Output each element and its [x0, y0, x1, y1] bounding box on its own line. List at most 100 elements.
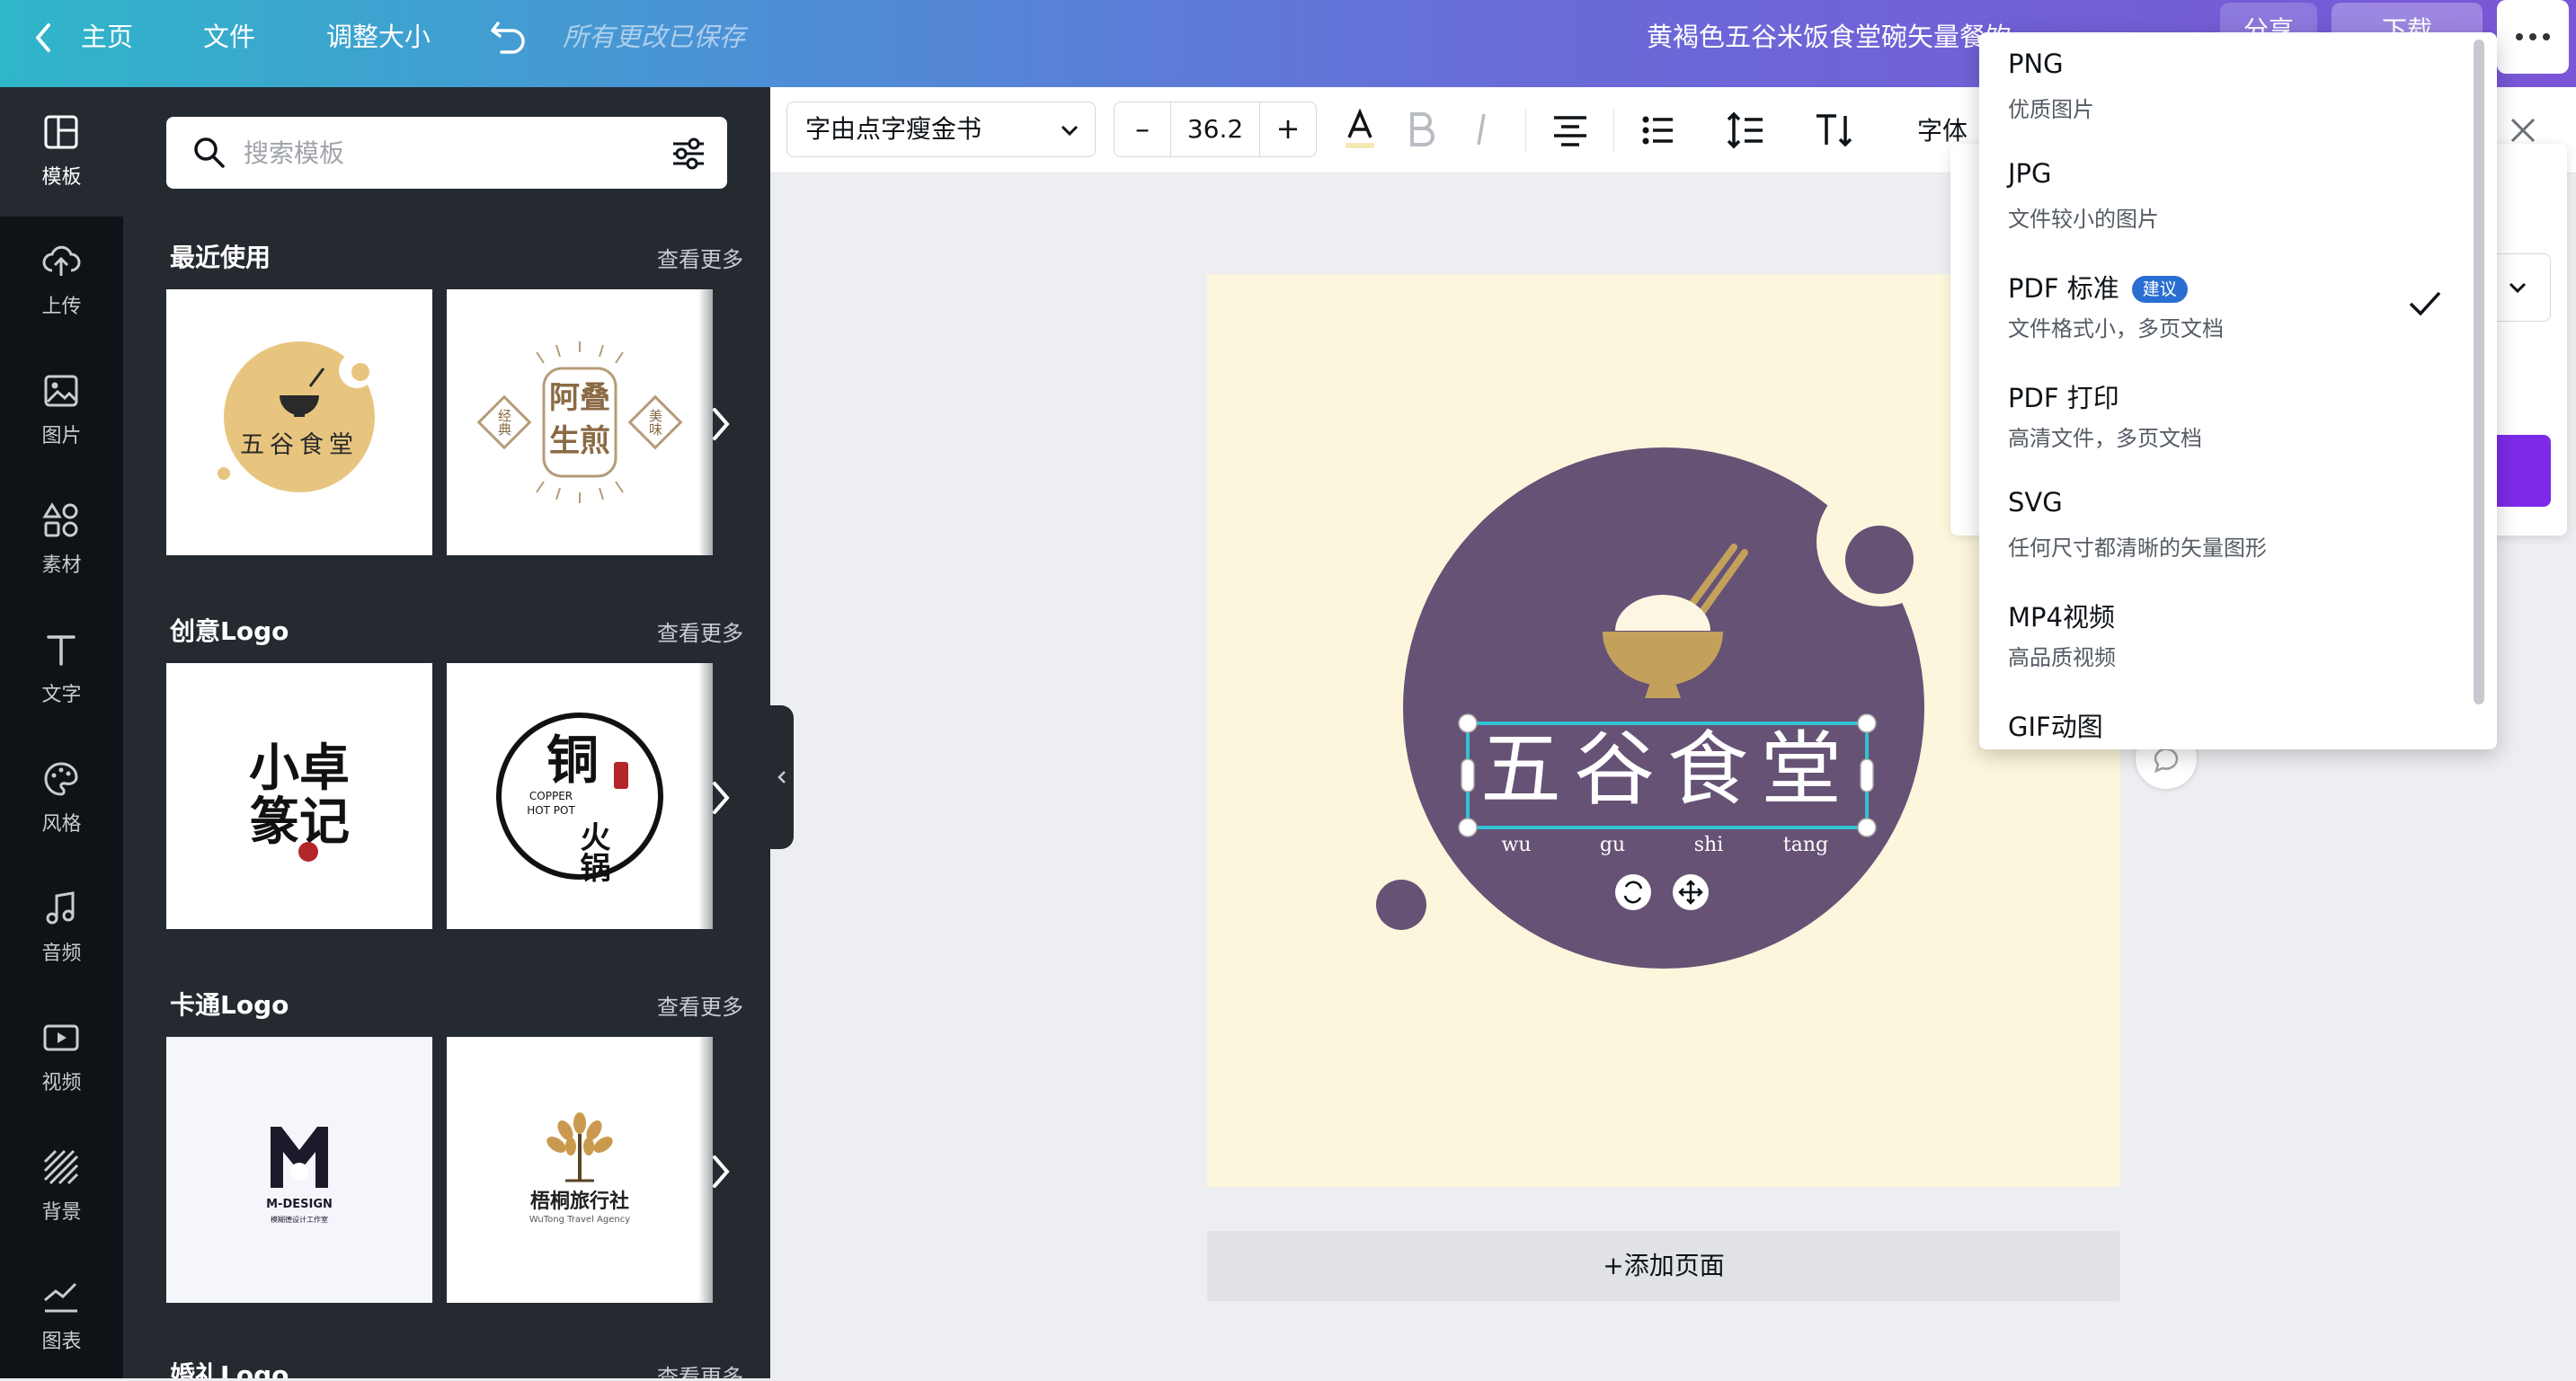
see-more-link[interactable]: 查看更多 — [657, 242, 743, 273]
file-type-option-png[interactable]: PNG 优质图片 — [1979, 32, 2472, 142]
nav-item-text[interactable]: 文字 — [0, 605, 123, 734]
text-orientation-icon[interactable] — [1809, 105, 1860, 155]
align-center-icon[interactable] — [1545, 105, 1595, 155]
option-description: 任何尺寸都清晰的矢量图形 — [2008, 536, 2267, 561]
file-type-select[interactable] — [2490, 253, 2551, 322]
download-confirm-button[interactable] — [2490, 435, 2551, 507]
left-nav: 模板 上传 图片 素材 文字 风格 音频 视频 背景 图表 — [0, 87, 123, 1378]
search-box[interactable] — [166, 117, 727, 189]
thumb-text: 火锅 — [574, 821, 610, 883]
font-family-value: 字由点字瘦金书 — [805, 114, 982, 144]
nav-item-templates[interactable]: 模板 — [0, 87, 123, 217]
option-description: 高清文件，多页文档 — [2008, 426, 2202, 451]
file-type-option-pdf-print[interactable]: PDF 打印 高清文件，多页文档 — [1979, 361, 2472, 471]
nav-item-elements[interactable]: 素材 — [0, 475, 123, 605]
template-thumbnail[interactable]: 阿叠 生煎 经典 美味 — [447, 289, 713, 555]
template-thumbnail[interactable]: 小卓 篆记 — [166, 663, 432, 929]
thumb-text: 经典 — [496, 409, 512, 436]
see-more-link[interactable]: 查看更多 — [657, 989, 743, 1021]
template-thumbnail[interactable]: 铜 COPPER HOT POT 火锅 — [447, 663, 713, 929]
file-type-option-gif[interactable]: GIF动图 — [1979, 690, 2472, 749]
nav-item-upload[interactable]: 上传 — [0, 217, 123, 346]
section-title-creative: 创意Logo — [170, 616, 289, 646]
filter-sliders-icon[interactable] — [670, 135, 707, 173]
nav-item-background[interactable]: 背景 — [0, 1122, 123, 1252]
undo-icon[interactable] — [489, 18, 529, 56]
font-size-input[interactable]: 36.2 — [1170, 102, 1260, 156]
see-more-link[interactable]: 查看更多 — [657, 1359, 743, 1378]
video-icon — [43, 1024, 79, 1051]
chevron-right-icon[interactable] — [704, 397, 740, 451]
search-input[interactable] — [242, 129, 637, 176]
see-more-link[interactable]: 查看更多 — [657, 615, 743, 647]
home-link[interactable]: 主页 — [81, 0, 133, 87]
file-type-option-pdf-standard[interactable]: PDF 标准 建议 文件格式小，多页文档 — [1979, 252, 2472, 361]
document-title[interactable]: 黄褐色五谷米饭食堂碗矢量餐饮 — [1647, 0, 2012, 87]
text-color-icon[interactable] — [1335, 105, 1385, 155]
template-icon — [44, 115, 78, 149]
option-title: SVG — [2008, 487, 2063, 518]
template-thumbnail[interactable]: 梧桐旅行社 WuTong Travel Agency — [447, 1037, 713, 1303]
nav-label: 模板 — [41, 166, 82, 189]
thumb-text: WuTong Travel Agency — [529, 1215, 630, 1225]
font-family-select[interactable]: 字由点字瘦金书 — [786, 102, 1096, 157]
nav-item-images[interactable]: 图片 — [0, 346, 123, 475]
font-size-decrease-button[interactable]: – — [1115, 102, 1170, 156]
nav-item-video[interactable]: 视频 — [0, 993, 123, 1122]
image-icon — [44, 375, 78, 407]
pinyin-text: wu — [1502, 834, 1532, 856]
chart-icon — [44, 1282, 77, 1313]
thumb-text: 梧桐旅行社 — [530, 1190, 629, 1213]
nav-label: 图表 — [41, 1331, 82, 1353]
dropdown-scrollbar[interactable] — [2474, 40, 2484, 704]
text-icon — [47, 635, 76, 666]
template-thumbnail[interactable]: M-DESIGN 模糊德设计工作室 — [166, 1037, 432, 1303]
section-title-wedding: 婚礼Logo — [170, 1360, 289, 1378]
upload-cloud-icon — [42, 245, 81, 276]
more-text-options[interactable]: 字体 — [1917, 111, 1968, 147]
palette-icon — [44, 762, 78, 796]
nav-item-style[interactable]: 风格 — [0, 734, 123, 863]
thumb-text: 阿叠 — [549, 380, 610, 416]
option-description: 文件较小的图片 — [2008, 207, 2159, 232]
chevron-right-icon[interactable] — [704, 1145, 740, 1199]
scrollbar-thumb[interactable] — [2474, 40, 2484, 704]
font-size-increase-button[interactable]: + — [1260, 102, 1316, 156]
list-icon[interactable] — [1633, 105, 1683, 155]
file-menu[interactable]: 文件 — [203, 0, 255, 87]
file-type-option-svg[interactable]: SVG 任何尺寸都清晰的矢量图形 — [1979, 471, 2472, 580]
chevron-right-icon[interactable] — [704, 771, 740, 825]
collapse-panel-handle[interactable] — [770, 705, 794, 849]
chevron-left-icon[interactable] — [31, 20, 58, 56]
bold-icon[interactable] — [1396, 105, 1446, 155]
thumb-text: 篆记 — [249, 793, 350, 852]
thumb-text: 模糊德设计工作室 — [271, 1215, 328, 1224]
resize-menu[interactable]: 调整大小 — [326, 0, 431, 87]
thumb-text: HOT POT — [527, 804, 575, 817]
logo-accent-dot — [1845, 526, 1914, 594]
pinyin-text: gu — [1600, 834, 1625, 856]
toolbar-divider — [1613, 109, 1614, 152]
nav-item-charts[interactable]: 图表 — [0, 1252, 123, 1381]
thumb-text: 五谷食堂 — [240, 431, 359, 459]
italic-icon[interactable] — [1457, 105, 1507, 155]
add-page-button[interactable]: +添加页面 — [1207, 1231, 2120, 1301]
elements-icon — [42, 502, 78, 537]
more-button[interactable] — [2497, 0, 2569, 74]
pinyin-text: tang — [1783, 834, 1828, 856]
thumb-text: 铜 — [546, 730, 599, 791]
nav-item-audio[interactable]: 音频 — [0, 863, 123, 993]
thumb-text: M-DESIGN — [266, 1198, 333, 1211]
background-icon — [43, 1149, 79, 1185]
pinyin-text: shi — [1694, 834, 1724, 856]
file-type-option-mp4[interactable]: MP4视频 高品质视频 — [1979, 580, 2472, 690]
option-title: GIF动图 — [2008, 712, 2103, 742]
template-thumbnail[interactable]: 五谷食堂 — [166, 289, 432, 555]
line-spacing-icon[interactable] — [1721, 105, 1772, 155]
logo-text[interactable]: 五谷食堂 — [1480, 722, 1854, 817]
move-icon[interactable] — [1673, 874, 1709, 910]
option-title-text: PDF 标准 — [2008, 273, 2119, 304]
file-type-option-jpg[interactable]: JPG 文件较小的图片 — [1979, 142, 2472, 252]
rotate-icon[interactable] — [1615, 874, 1651, 910]
close-icon[interactable] — [2505, 112, 2541, 148]
